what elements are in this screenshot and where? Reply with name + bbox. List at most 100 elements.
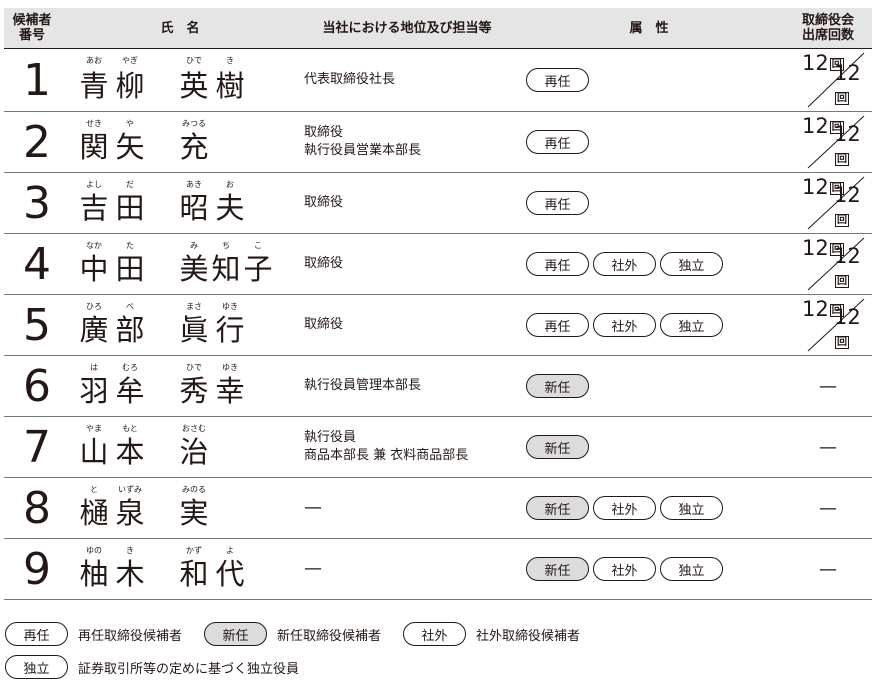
- name-kanji: 田: [115, 252, 145, 286]
- name-furigana: みつる: [182, 119, 206, 128]
- candidate-attributes: 再任: [526, 49, 589, 111]
- candidate-attributes: 再任 社外 独立: [526, 234, 723, 294]
- name-furigana: ひで: [186, 363, 202, 372]
- candidate-name: 樋と泉 いずみ実 みのる: [78, 478, 298, 538]
- name-furigana: せき: [86, 119, 102, 128]
- candidate-name: 山 やま本 もと治 おさむ: [78, 417, 298, 477]
- candidate-number: 6: [23, 360, 51, 412]
- legend-badge: 独立: [5, 655, 68, 679]
- candidate-name: 関 せき矢や充 みつる: [78, 112, 298, 172]
- position-line: 取締役: [304, 195, 344, 210]
- count-unit: 回: [835, 92, 849, 105]
- candidate-position: 執行役員商品本部長 兼 衣料商品部長: [304, 417, 514, 477]
- candidate-attributes: 新任: [526, 417, 589, 477]
- name-kanji: 中: [79, 252, 109, 286]
- name-furigana: ひろ: [86, 302, 102, 311]
- name-furigana: なか: [86, 241, 102, 250]
- table-row: 5 廣 ひろ部べ眞 まさ行 ゆき 取締役 再任 社外 独立 12 回 12回: [4, 295, 872, 356]
- candidate-attributes: 新任 社外 独立: [526, 478, 723, 538]
- name-kanji: 和: [179, 557, 209, 591]
- name-furigana: と: [90, 485, 98, 494]
- name-furigana: よし: [86, 180, 102, 189]
- name-furigana: ひで: [186, 56, 202, 65]
- legend-badge: 新任: [204, 622, 268, 646]
- name-furigana: ち: [222, 241, 230, 250]
- position-line: 取締役: [304, 256, 344, 271]
- name-kanji: 幸: [215, 374, 245, 408]
- position-line: 執行役員: [304, 430, 357, 445]
- candidate-attributes: 再任: [526, 173, 589, 233]
- name-kanji: 羽: [79, 374, 109, 408]
- table-row: 6 羽は牟 むろ秀 ひで幸 ゆき 執行役員管理本部長 新任 —: [4, 356, 872, 417]
- name-kanji: 行: [215, 313, 245, 347]
- name-furigana: た: [126, 241, 134, 250]
- name-furigana: よ: [226, 546, 234, 555]
- attribute-badge: 新任: [526, 374, 589, 398]
- attribute-badge: 社外: [593, 557, 656, 581]
- name-furigana: お: [226, 180, 234, 189]
- name-kanji: 樹: [215, 69, 245, 103]
- attribute-badge: 独立: [660, 496, 723, 520]
- name-kanji: 山: [79, 435, 109, 469]
- total-count: 12回: [834, 244, 861, 288]
- candidate-number: 9: [23, 543, 51, 595]
- name-kanji: 樋: [79, 496, 109, 530]
- count-unit: 回: [835, 275, 849, 288]
- position-line: 取締役: [304, 125, 344, 140]
- name-furigana: もと: [122, 424, 138, 433]
- header-attributes: 属 性: [629, 20, 669, 36]
- table-row: 9 柚 ゆの木き和 かず代よ — 新任 社外 独立 —: [4, 539, 872, 600]
- attendance-cell: —: [784, 356, 872, 416]
- attendance-cell: 12 回 12回: [784, 112, 872, 172]
- attendance-dash: —: [819, 436, 837, 458]
- legend-line-1: 再任 再任取締役候補者 新任 新任取締役候補者 社外 社外取締役候補者: [5, 622, 602, 646]
- attribute-badge: 新任: [526, 496, 589, 520]
- attribute-badge: 独立: [660, 557, 723, 581]
- attendance-dash: —: [819, 497, 837, 519]
- candidate-name: 中 なか田た美み知ち子こ: [78, 234, 298, 294]
- table-row: 3 吉 よし田だ昭 あき夫お取締役 再任 12 回 12回: [4, 173, 872, 234]
- name-furigana: まさ: [186, 302, 202, 311]
- attendance-cell: —: [784, 478, 872, 538]
- name-kanji: 部: [115, 313, 145, 347]
- attribute-badge: 社外: [593, 313, 656, 337]
- name-kanji: 本: [115, 435, 145, 469]
- name-furigana: は: [90, 363, 98, 372]
- position-line: 商品本部長 兼 衣料商品部長: [304, 448, 469, 463]
- name-kanji: 充: [179, 130, 209, 164]
- name-kanji: 治: [179, 435, 209, 469]
- name-kanji: 関: [79, 130, 109, 164]
- attendance-cell: 12 回 12回: [784, 295, 872, 355]
- candidate-position: —: [304, 478, 514, 538]
- count-unit: 回: [835, 214, 849, 227]
- attendance-cell: —: [784, 539, 872, 599]
- table-row: 2 関せき矢や充みつる 取締役 執行役員営業本部長 再任 12 回 12回: [4, 112, 872, 173]
- legend-badge: 社外: [403, 622, 467, 646]
- candidate-number: 2: [23, 116, 51, 168]
- table-header: 候補者 番号 氏 名 当社における地位及び担当等 属 性 取締役会 出席回数: [4, 8, 872, 49]
- name-kanji: 代: [215, 557, 245, 591]
- attendance-cell: 12 回 12回: [784, 234, 872, 294]
- candidate-number: 3: [23, 177, 51, 229]
- legend-badge: 再任: [5, 622, 68, 646]
- header-candidate-no: 候補者 番号: [12, 13, 52, 43]
- name-kanji: 秀: [179, 374, 209, 408]
- attribute-badge: 社外: [593, 252, 656, 276]
- candidate-number: 5: [23, 299, 51, 351]
- candidate-position: 代表取締役社長: [304, 49, 514, 111]
- candidate-name: 吉 よし田だ昭 あき夫お: [78, 173, 298, 233]
- candidate-number: 4: [23, 238, 51, 290]
- header-position: 当社における地位及び担当等: [322, 20, 492, 36]
- name-furigana: だ: [126, 180, 134, 189]
- name-furigana: き: [226, 56, 234, 65]
- table-row: 7 山やま本もと治おさむ 執行役員 商品本部長 兼 衣料商品部長 新任 —: [4, 417, 872, 478]
- attribute-badge: 新任: [526, 557, 589, 581]
- total-count: 12回: [834, 122, 861, 166]
- total-count: 12回: [834, 61, 861, 105]
- name-furigana: み: [190, 241, 198, 250]
- count-unit: 回: [835, 336, 849, 349]
- legend-text: 証券取引所等の定めに基づく独立役員: [78, 661, 300, 677]
- attribute-badge: 独立: [660, 313, 723, 337]
- attribute-badge: 新任: [526, 435, 589, 459]
- candidate-attributes: 再任 社外 独立: [526, 295, 723, 355]
